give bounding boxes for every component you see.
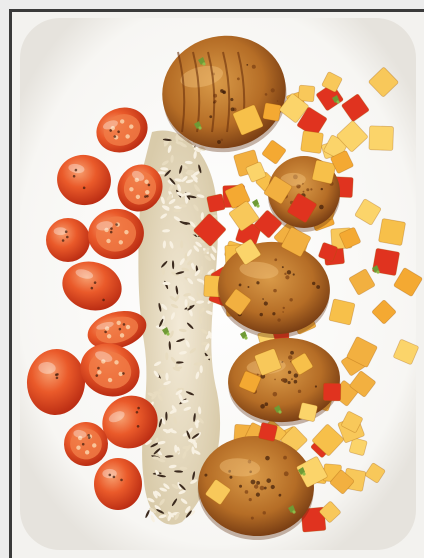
mango-cube <box>262 102 282 122</box>
herb-fleck <box>302 472 306 476</box>
rice-grain <box>199 365 203 374</box>
mango-cube <box>368 125 394 151</box>
herb-fleck <box>244 336 248 340</box>
red-pepper-piece <box>322 382 342 402</box>
cherry-tomato <box>94 458 142 510</box>
red-pepper-piece <box>206 193 226 213</box>
herb-fleck <box>198 126 202 130</box>
red-pepper-piece <box>258 422 278 442</box>
herb-fleck <box>292 510 296 514</box>
food-photo <box>12 12 424 558</box>
herb-fleck <box>166 332 170 336</box>
page-background <box>0 0 424 558</box>
mango-cube <box>300 130 324 154</box>
mango-cube <box>328 298 356 326</box>
herb-fleck <box>376 270 380 274</box>
mango-cube <box>378 218 406 246</box>
herb-fleck <box>336 100 340 104</box>
herb-fleck <box>202 62 206 66</box>
herb-fleck <box>278 410 282 414</box>
herb-fleck <box>256 204 260 208</box>
rice-grain <box>153 391 162 395</box>
mango-cube <box>298 402 318 422</box>
cherry-tomato <box>46 218 90 262</box>
